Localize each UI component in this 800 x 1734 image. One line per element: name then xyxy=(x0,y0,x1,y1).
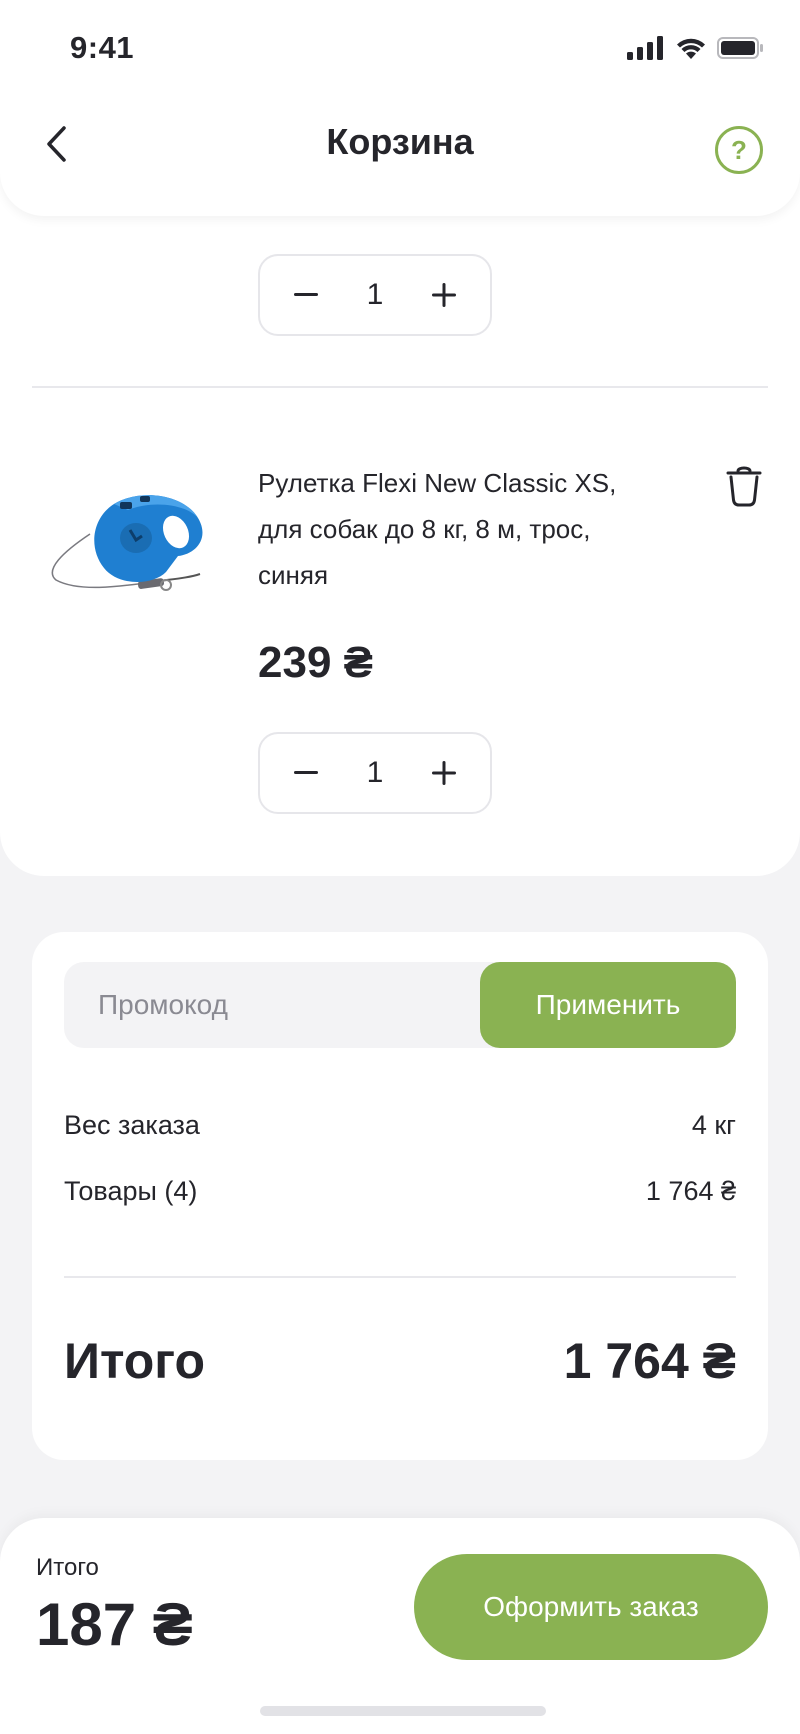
status-time: 9:41 xyxy=(70,30,135,65)
total-label: Итого xyxy=(64,1333,206,1389)
decrease-button[interactable] xyxy=(286,753,326,793)
goods-label: Товары (4) xyxy=(64,1176,198,1206)
weight-row: Вес заказа 4 кг xyxy=(64,1110,736,1141)
summary-divider xyxy=(64,1276,736,1278)
weight-value: 4 кг xyxy=(691,1110,736,1140)
bottom-total-label: Итого xyxy=(36,1554,99,1581)
promo-row: Применить xyxy=(64,962,736,1048)
goods-row: Товары (4) 1 764 ₴ xyxy=(64,1176,736,1207)
product-price: 239 ₴ xyxy=(258,638,373,687)
promo-code-input[interactable] xyxy=(64,962,484,1048)
delete-button[interactable] xyxy=(722,462,766,510)
increase-button[interactable] xyxy=(424,753,464,793)
battery-icon xyxy=(717,37,763,59)
home-indicator xyxy=(260,1706,546,1716)
product-name[interactable]: Рулетка Flexi New Classic XS, для собак … xyxy=(258,460,638,598)
retractable-leash-image xyxy=(51,495,203,591)
status-icons xyxy=(627,36,765,60)
wifi-icon xyxy=(677,38,705,59)
quantity-stepper[interactable]: 1 xyxy=(258,254,492,336)
order-summary: Применить Вес заказа 4 кг Товары (4) 1 7… xyxy=(32,932,768,1460)
quantity-stepper[interactable]: 1 xyxy=(258,732,492,814)
help-button[interactable]: ? xyxy=(715,126,763,174)
plus-icon xyxy=(432,761,456,785)
total-value: 1 764 ₴ xyxy=(563,1333,736,1389)
weight-label: Вес заказа xyxy=(64,1110,200,1140)
total-row: Итого 1 764 ₴ xyxy=(64,1332,736,1390)
bottom-total-value: 187 ₴ xyxy=(36,1591,193,1658)
apply-promo-button[interactable]: Применить xyxy=(480,962,736,1048)
minus-icon xyxy=(294,771,318,774)
decrease-button[interactable] xyxy=(286,275,326,315)
page-title: Корзина xyxy=(326,121,474,162)
quantity-value: 1 xyxy=(366,756,384,789)
quantity-value: 1 xyxy=(366,278,384,311)
plus-icon xyxy=(432,283,456,307)
product-image[interactable] xyxy=(48,482,208,622)
checkout-button[interactable]: Оформить заказ xyxy=(414,1554,768,1660)
trash-icon xyxy=(726,466,762,507)
checkout-bar: Итого 187 ₴ Оформить заказ xyxy=(0,1518,800,1734)
item-divider xyxy=(32,386,768,388)
increase-button[interactable] xyxy=(424,275,464,315)
app-header: 9:41 Корзина ? xyxy=(0,0,800,216)
minus-icon xyxy=(294,293,318,296)
signal-icon xyxy=(627,36,663,60)
goods-value: 1 764 ₴ xyxy=(645,1176,736,1206)
